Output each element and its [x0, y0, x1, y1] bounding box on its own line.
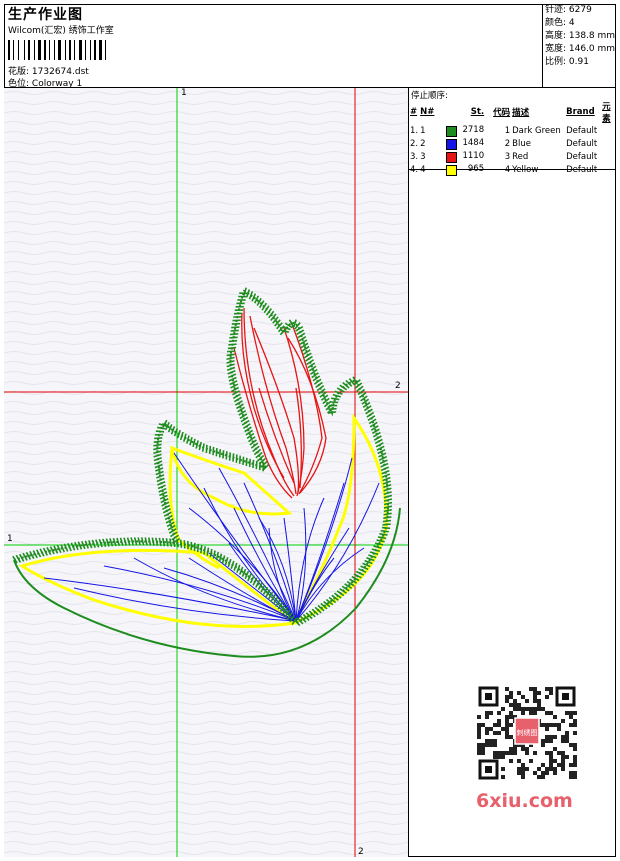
- table-row[interactable]: 2. 2 1484 2 Blue Default: [409, 137, 616, 150]
- row-brand: Default: [566, 151, 598, 162]
- row-desc: Yellow: [512, 164, 539, 175]
- row-n: 4: [420, 164, 426, 175]
- stats-box: 针迹: 6279 颜色: 4 高度: 138.8 mm 宽度: 146.0 mm…: [542, 4, 616, 88]
- row-num: 1.: [410, 125, 419, 136]
- barcode-icon: [8, 40, 106, 60]
- row-st-value: 1110: [462, 150, 485, 161]
- color-swatch: [446, 151, 458, 163]
- row-st: 1484: [445, 137, 485, 150]
- color-swatch: [446, 125, 458, 137]
- color-swatch: [446, 164, 458, 176]
- header: 生产作业图 Wilcom(汇宏) 绣饰工作室 花版: 1732674.dst 色…: [4, 4, 616, 89]
- row-brand: Default: [566, 164, 598, 175]
- design-canvas[interactable]: 1 1 2 2: [4, 88, 409, 857]
- stat-colors: 颜色: 4: [545, 18, 575, 28]
- watermark-text: 6xiu.com: [476, 790, 573, 812]
- color-table: # N# St. 代码 描述 Brand 元素 1. 1 2718 1 Dark…: [409, 100, 616, 176]
- row-st: 2718: [445, 124, 485, 137]
- row-code: 2: [504, 138, 511, 149]
- row-element: [601, 150, 616, 163]
- guide-label-v1: 1: [181, 88, 187, 98]
- header-n: N#: [420, 107, 435, 117]
- row-num: 2.: [410, 138, 419, 149]
- subtitle: Wilcom(汇宏) 绣饰工作室: [8, 26, 114, 36]
- table-row[interactable]: 4. 4 965 4 Yellow Default: [409, 163, 616, 176]
- qr-code-icon: 刺绣图: [471, 681, 583, 784]
- stat-height: 高度: 138.8 mm: [545, 31, 616, 41]
- embroidery-design: [4, 88, 408, 857]
- header-code: 代码: [493, 108, 511, 118]
- header-num: #: [410, 107, 418, 117]
- row-element: [601, 124, 616, 137]
- row-st: 1110: [445, 150, 485, 163]
- color-table-header: # N# St. 代码 描述 Brand 元素: [409, 100, 616, 124]
- guide-label-h1: 1: [7, 534, 13, 544]
- row-code: 4: [504, 164, 511, 175]
- qr-stamp-text: 刺绣图: [517, 728, 538, 737]
- header-desc: 描述: [512, 108, 530, 118]
- row-brand: Default: [566, 138, 598, 149]
- stat-scale: 比例: 0.91: [545, 57, 589, 67]
- row-desc: Dark Green: [512, 125, 561, 136]
- row-st-value: 1484: [462, 137, 485, 148]
- row-num: 3.: [410, 151, 419, 162]
- row-n: 2: [420, 138, 426, 149]
- guide-label-v2: 2: [358, 847, 364, 857]
- row-desc: Blue: [512, 138, 531, 149]
- row-element: [601, 137, 616, 150]
- row-code: 3: [504, 151, 511, 162]
- table-row[interactable]: 3. 3 1110 3 Red Default: [409, 150, 616, 163]
- row-num: 4.: [410, 164, 419, 175]
- table-row[interactable]: 1. 1 2718 1 Dark Green Default: [409, 124, 616, 137]
- stop-sequence-panel: 停止顺序: # N# St. 代码 描述 Brand 元素 1. 1 2718 …: [409, 88, 616, 176]
- row-n: 1: [420, 125, 426, 136]
- stat-stitches: 针迹: 6279: [545, 5, 592, 15]
- guide-label-h2: 2: [395, 381, 401, 391]
- row-n: 3: [420, 151, 426, 162]
- row-desc: Red: [512, 151, 529, 162]
- header-brand: Brand: [566, 107, 595, 117]
- header-element: 元素: [602, 102, 611, 124]
- header-st: St.: [470, 107, 485, 117]
- row-code: 1: [504, 125, 511, 136]
- row-element: [601, 163, 616, 176]
- row-brand: Default: [566, 125, 598, 136]
- page-title: 生产作业图: [8, 7, 83, 23]
- row-st-value: 2718: [462, 124, 485, 135]
- row-st-value: 965: [467, 163, 485, 174]
- color-swatch: [446, 138, 458, 150]
- stat-width: 宽度: 146.0 mm: [545, 44, 616, 54]
- row-st: 965: [445, 163, 485, 176]
